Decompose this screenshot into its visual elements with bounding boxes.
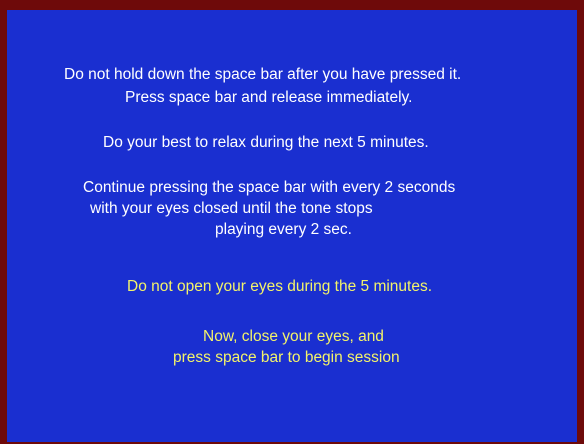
instruction-screen: Do not hold down the space bar after you… bbox=[7, 10, 577, 442]
window-border: Do not hold down the space bar after you… bbox=[0, 0, 584, 444]
instruction-keep-eyes-closed: Do not open your eyes during the 5 minut… bbox=[127, 278, 433, 295]
instruction-tone-interval: playing every 2 sec. bbox=[215, 221, 352, 238]
instruction-eyes-closed: with your eyes closed until the tone sto… bbox=[90, 200, 373, 217]
instruction-release: Press space bar and release immediately. bbox=[125, 89, 413, 106]
instruction-begin-session: press space bar to begin session bbox=[173, 349, 400, 366]
instruction-close-eyes: Now, close your eyes, and bbox=[203, 328, 384, 345]
instruction-continue-pressing: Continue pressing the space bar with eve… bbox=[83, 179, 456, 196]
instruction-hold-warning: Do not hold down the space bar after you… bbox=[64, 66, 462, 83]
instruction-relax: Do your best to relax during the next 5 … bbox=[103, 134, 429, 151]
